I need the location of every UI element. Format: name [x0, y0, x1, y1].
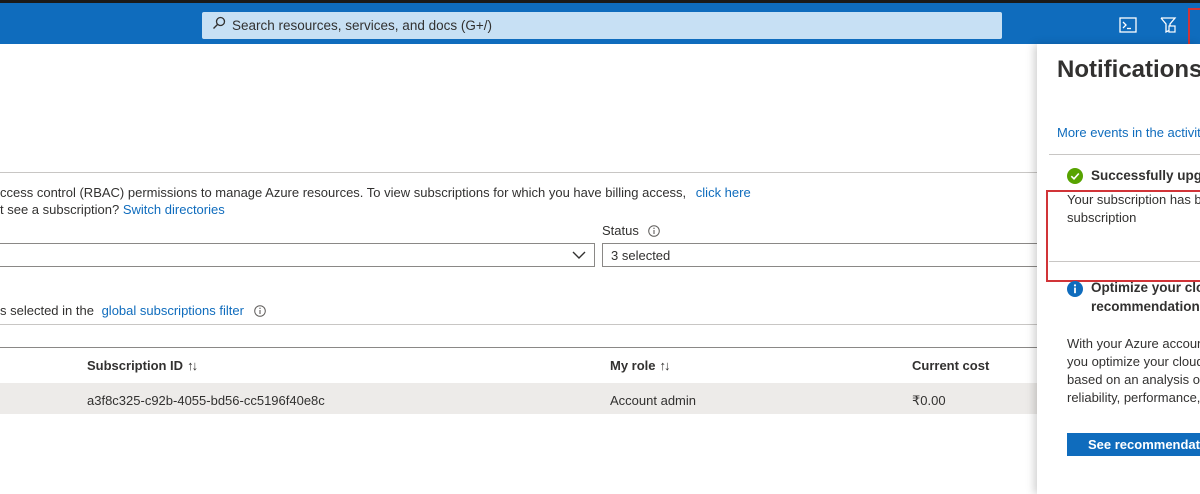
rbac-info-line: ccess control (RBAC) permissions to mana…	[0, 185, 687, 200]
notifications-title: Notifications	[1057, 56, 1200, 83]
more-events-link[interactable]: More events in the activit	[1057, 125, 1200, 140]
status-label-wrap: Status	[602, 223, 661, 240]
top-bar: Search resources, services, and docs (G+…	[0, 0, 1200, 44]
switch-directory-text: t see a subscription? Switch directories	[0, 202, 225, 217]
cloud-shell-icon[interactable]	[1118, 15, 1138, 35]
recommendation-text-line: reliability, performance,	[1067, 390, 1200, 405]
column-header-label: My role	[610, 358, 656, 373]
status-value: 3 selected	[611, 247, 671, 263]
recommendation-text-line: you optimize your cloud	[1067, 354, 1200, 369]
global-subscriptions-filter-link[interactable]: global subscriptions filter	[102, 303, 244, 318]
cost-cell: ₹0.00	[912, 393, 946, 408]
notifications-panel: Notifications More events in the activit…	[1037, 44, 1200, 494]
column-header-label: Current cost	[912, 358, 990, 373]
column-header-current-cost[interactable]: Current cost	[912, 358, 989, 373]
global-filter-text: s selected in the global subscriptions f…	[0, 303, 266, 320]
missing-subscription-text: t see a subscription?	[0, 202, 120, 217]
column-header-label: Subscription ID	[87, 358, 184, 373]
subscription-id-cell: a3f8c325-c92b-4055-bd56-cc5196f40e8c	[87, 393, 325, 408]
column-header-my-role[interactable]: My role ↑↓	[610, 358, 671, 373]
upgrade-notification-title: Successfully upgr	[1091, 168, 1200, 183]
status-label: Status	[602, 223, 639, 238]
sort-icon: ↑↓	[187, 358, 198, 373]
column-header-subscription-id[interactable]: Subscription ID ↑↓	[87, 358, 198, 373]
status-dropdown[interactable]: 3 selected	[602, 243, 1042, 267]
section-divider	[0, 172, 1040, 173]
subscription-link[interactable]: subscription	[1067, 209, 1136, 227]
info-filled-icon	[1067, 281, 1083, 302]
info-icon[interactable]	[253, 305, 266, 320]
success-check-icon	[1067, 168, 1083, 189]
panel-divider	[1049, 154, 1200, 155]
search-icon	[212, 16, 226, 35]
recommendation-text-line: With your Azure accoun	[1067, 336, 1200, 351]
filter-divider	[0, 324, 1040, 325]
panel-divider	[1049, 261, 1200, 262]
chevron-down-icon	[572, 248, 586, 263]
info-icon[interactable]	[648, 225, 661, 240]
rbac-info-text: ccess control (RBAC) permissions to mana…	[0, 185, 751, 200]
click-here-link[interactable]: click here	[696, 185, 751, 200]
global-filter-prefix: s selected in the	[0, 303, 94, 318]
directory-filter-icon[interactable]	[1158, 15, 1178, 35]
recommendation-title-line2: recommendation	[1091, 299, 1200, 314]
see-recommendations-button[interactable]: See recommendatio	[1067, 433, 1200, 456]
upgrade-notification-text: Your subscription has b	[1067, 192, 1200, 207]
recommendation-text-line: based on an analysis of	[1067, 372, 1200, 387]
recommendation-title-line1: Optimize your clo	[1091, 280, 1200, 295]
global-search-box[interactable]: Search resources, services, and docs (G+…	[202, 12, 1002, 39]
role-cell: Account admin	[610, 393, 696, 408]
sort-icon: ↑↓	[659, 358, 671, 373]
search-placeholder: Search resources, services, and docs (G+…	[232, 18, 492, 33]
switch-directories-link[interactable]: Switch directories	[123, 202, 225, 217]
table-top-border	[0, 347, 1040, 348]
filter-dropdown[interactable]	[0, 243, 595, 267]
